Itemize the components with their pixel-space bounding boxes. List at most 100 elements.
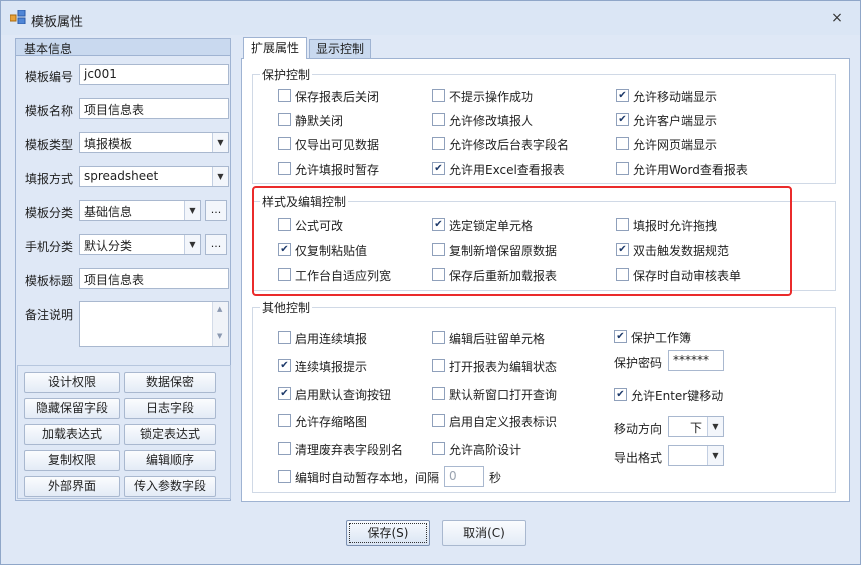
type-label: 模板类型	[25, 138, 74, 152]
protect-option-label: 不提示操作成功	[449, 90, 534, 104]
checkmark-icon: ✔	[278, 387, 291, 400]
param-fields-button[interactable]: 传入参数字段	[124, 476, 216, 497]
checkbox-box	[278, 470, 291, 483]
caption-label: 模板标题	[25, 274, 74, 288]
password-input[interactable]: ******	[668, 350, 724, 371]
other-option-label: 打开报表为编辑状态	[449, 360, 558, 374]
load-expression-button[interactable]: 加载表达式	[24, 424, 120, 445]
checkbox-box	[432, 359, 445, 372]
other-option-label: 连续填报提示	[295, 360, 368, 374]
mobile-label: 手机分类	[25, 240, 74, 254]
dialog-window: 模板属性 × 基本信息 模板编号 jc001 模板名称 项目信息表 模板类型 填…	[0, 0, 861, 565]
fill-value: spreadsheet	[84, 169, 159, 183]
code-input[interactable]: jc001	[79, 64, 229, 85]
protect-option-label: 允许用Excel查看报表	[449, 163, 565, 177]
lock-expression-button[interactable]: 锁定表达式	[124, 424, 216, 445]
checkmark-icon: ✔	[616, 89, 629, 102]
checkmark-icon: ✔	[614, 330, 627, 343]
chevron-down-icon[interactable]: ▼	[184, 201, 200, 220]
data-secrecy-button[interactable]: 数据保密	[124, 372, 216, 393]
checkbox-box	[616, 162, 629, 175]
autosave-unit: 秒	[489, 471, 502, 485]
direction-label: 移动方向	[614, 422, 663, 436]
chevron-down-icon[interactable]: ▼	[212, 167, 228, 186]
autosave-interval-input[interactable]: 0	[444, 466, 484, 487]
basic-info-header: 基本信息	[15, 38, 231, 56]
fill-label: 填报方式	[25, 172, 74, 186]
tab-extended[interactable]: 扩展属性	[243, 37, 307, 59]
checkbox-box	[432, 387, 445, 400]
checkbox-box	[432, 442, 445, 455]
other-title: 其他控制	[260, 299, 313, 316]
checkbox-box	[278, 89, 291, 102]
window-title: 模板属性	[31, 15, 84, 30]
remark-label: 备注说明	[25, 308, 74, 322]
protect-title: 保护控制	[260, 66, 313, 83]
basic-info-title: 基本信息	[24, 42, 73, 56]
other-option-label: 启用默认查询按钮	[295, 388, 392, 402]
protect-option-label: 保存报表后关闭	[295, 90, 380, 104]
checkmark-icon: ✔	[278, 359, 291, 372]
code-label: 模板编号	[25, 70, 74, 84]
cancel-button[interactable]: 取消(C)	[442, 520, 526, 546]
name-label: 模板名称	[25, 104, 74, 118]
scroll-up-icon[interactable]: ▲	[217, 305, 222, 313]
checkbox-box	[278, 442, 291, 455]
remark-textarea[interactable]: ▲ ▼	[79, 301, 229, 347]
other-option-label: 允许存缩略图	[295, 415, 368, 429]
checkbox-box	[278, 331, 291, 344]
protect-workbook-label: 保护工作簿	[631, 331, 692, 345]
protect-option-label: 仅导出可见数据	[295, 138, 380, 152]
checkmark-icon: ✔	[616, 113, 629, 126]
external-ui-button[interactable]: 外部界面	[24, 476, 120, 497]
checkmark-icon: ✔	[614, 388, 627, 401]
tab-display[interactable]: 显示控制	[309, 39, 371, 58]
other-option-label: 清理废弃表字段别名	[295, 443, 404, 457]
fill-select[interactable]: spreadsheet ▼	[79, 166, 229, 187]
checkbox-box	[278, 162, 291, 175]
export-label: 导出格式	[614, 451, 663, 465]
protect-option-label: 静默关闭	[295, 114, 344, 128]
checkbox-box	[278, 137, 291, 150]
hidden-fields-button[interactable]: 隐藏保留字段	[24, 398, 120, 419]
log-fields-button[interactable]: 日志字段	[124, 398, 216, 419]
protect-option-label: 允许修改填报人	[449, 114, 534, 128]
mobile-browse-button[interactable]: ...	[205, 234, 227, 255]
design-permission-button[interactable]: 设计权限	[24, 372, 120, 393]
mobile-select[interactable]: 默认分类 ▼	[79, 234, 201, 255]
chevron-down-icon[interactable]: ▼	[707, 446, 723, 465]
remark-scrollbar[interactable]: ▲ ▼	[212, 302, 228, 346]
protect-option-label: 允许修改后台表字段名	[449, 138, 570, 152]
autosave-label: 编辑时自动暂存本地，间隔	[295, 471, 440, 485]
category-select[interactable]: 基础信息 ▼	[79, 200, 201, 221]
other-option-label: 默认新窗口打开查询	[449, 388, 558, 402]
checkbox-box	[278, 414, 291, 427]
name-input[interactable]: 项目信息表	[79, 98, 229, 119]
close-button[interactable]: ×	[827, 9, 847, 27]
chevron-down-icon[interactable]: ▼	[212, 133, 228, 152]
protect-option-label: 允许网页端显示	[633, 138, 718, 152]
protect-option-label: 允许用Word查看报表	[633, 163, 748, 177]
password-label: 保护密码	[614, 356, 663, 370]
chevron-down-icon[interactable]: ▼	[707, 417, 723, 436]
caption-input[interactable]: 项目信息表	[79, 268, 229, 289]
direction-select[interactable]: 下 ▼	[668, 416, 724, 437]
protect-option-label: 允许移动端显示	[633, 90, 718, 104]
type-select[interactable]: 填报模板 ▼	[79, 132, 229, 153]
edit-order-button[interactable]: 编辑顺序	[124, 450, 216, 471]
export-select[interactable]: ▼	[668, 445, 724, 466]
save-button[interactable]: 保存(S)	[346, 520, 430, 546]
other-option-label: 允许高阶设计	[449, 443, 522, 457]
checkbox-box	[432, 89, 445, 102]
other-option-label: 启用连续填报	[295, 332, 368, 346]
protect-option-label: 允许填报时暂存	[295, 163, 380, 177]
category-browse-button[interactable]: ...	[205, 200, 227, 221]
checkbox-box	[616, 137, 629, 150]
checkbox-box	[432, 331, 445, 344]
app-icon	[10, 10, 26, 24]
highlight-box	[252, 186, 792, 296]
scroll-down-icon[interactable]: ▼	[217, 332, 222, 340]
copy-permission-button[interactable]: 复制权限	[24, 450, 120, 471]
chevron-down-icon[interactable]: ▼	[184, 235, 200, 254]
direction-value: 下	[689, 421, 702, 435]
